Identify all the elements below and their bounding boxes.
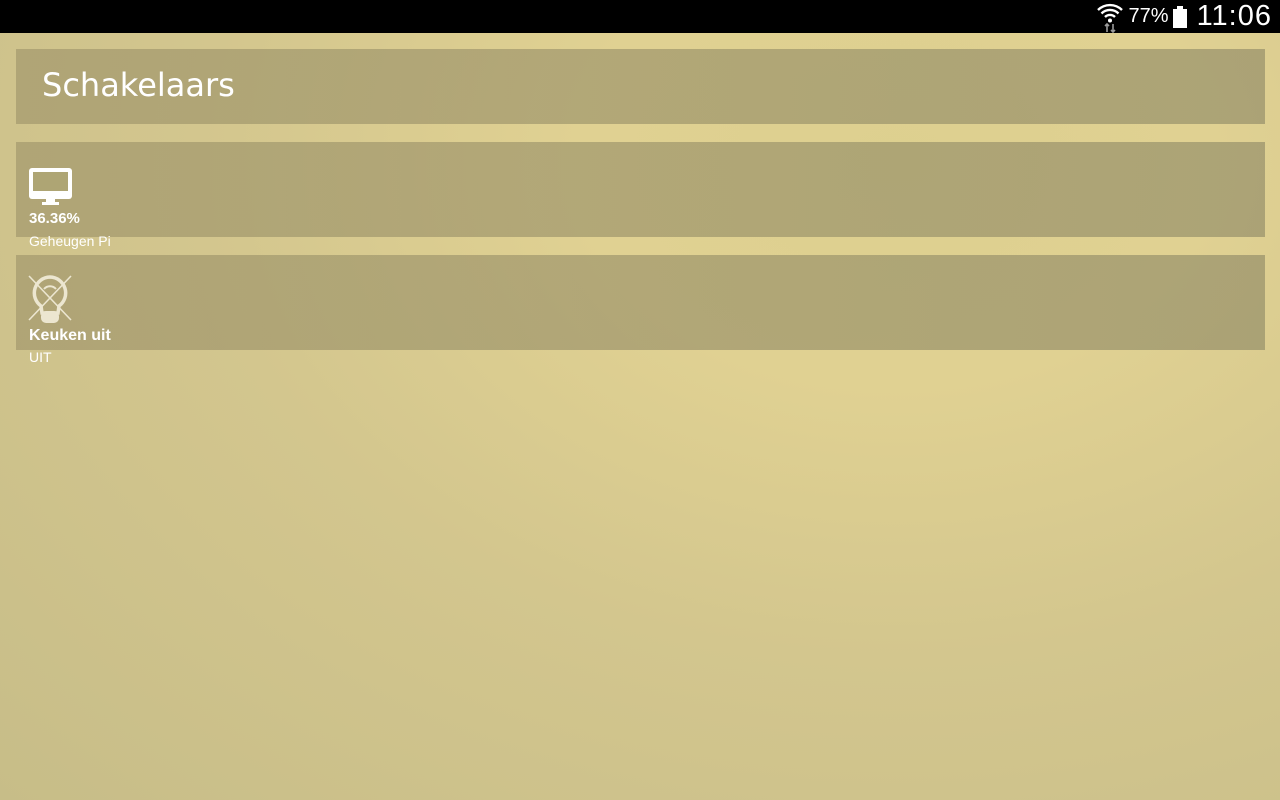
header-panel: Schakelaars bbox=[16, 49, 1265, 124]
status-bar: 77% 11:06 bbox=[0, 0, 1280, 33]
item-value: 36.36% bbox=[29, 210, 80, 227]
battery-percent: 77% bbox=[1128, 5, 1169, 27]
lightbulb-off-icon bbox=[28, 275, 72, 323]
page-title: Schakelaars bbox=[42, 66, 235, 104]
list-item-geheugen-pi[interactable]: 36.36% Geheugen Pi bbox=[16, 142, 1265, 249]
item-value: Keuken uit bbox=[29, 327, 111, 344]
battery-icon bbox=[1172, 5, 1187, 28]
wifi-icon bbox=[1096, 3, 1123, 33]
status-time: 11:06 bbox=[1196, 0, 1272, 32]
item-label: Geheugen Pi bbox=[29, 233, 111, 249]
monitor-icon bbox=[29, 168, 72, 205]
list-item-keuken[interactable]: Keuken uit UIT bbox=[16, 255, 1265, 365]
item-label: UIT bbox=[29, 349, 52, 365]
